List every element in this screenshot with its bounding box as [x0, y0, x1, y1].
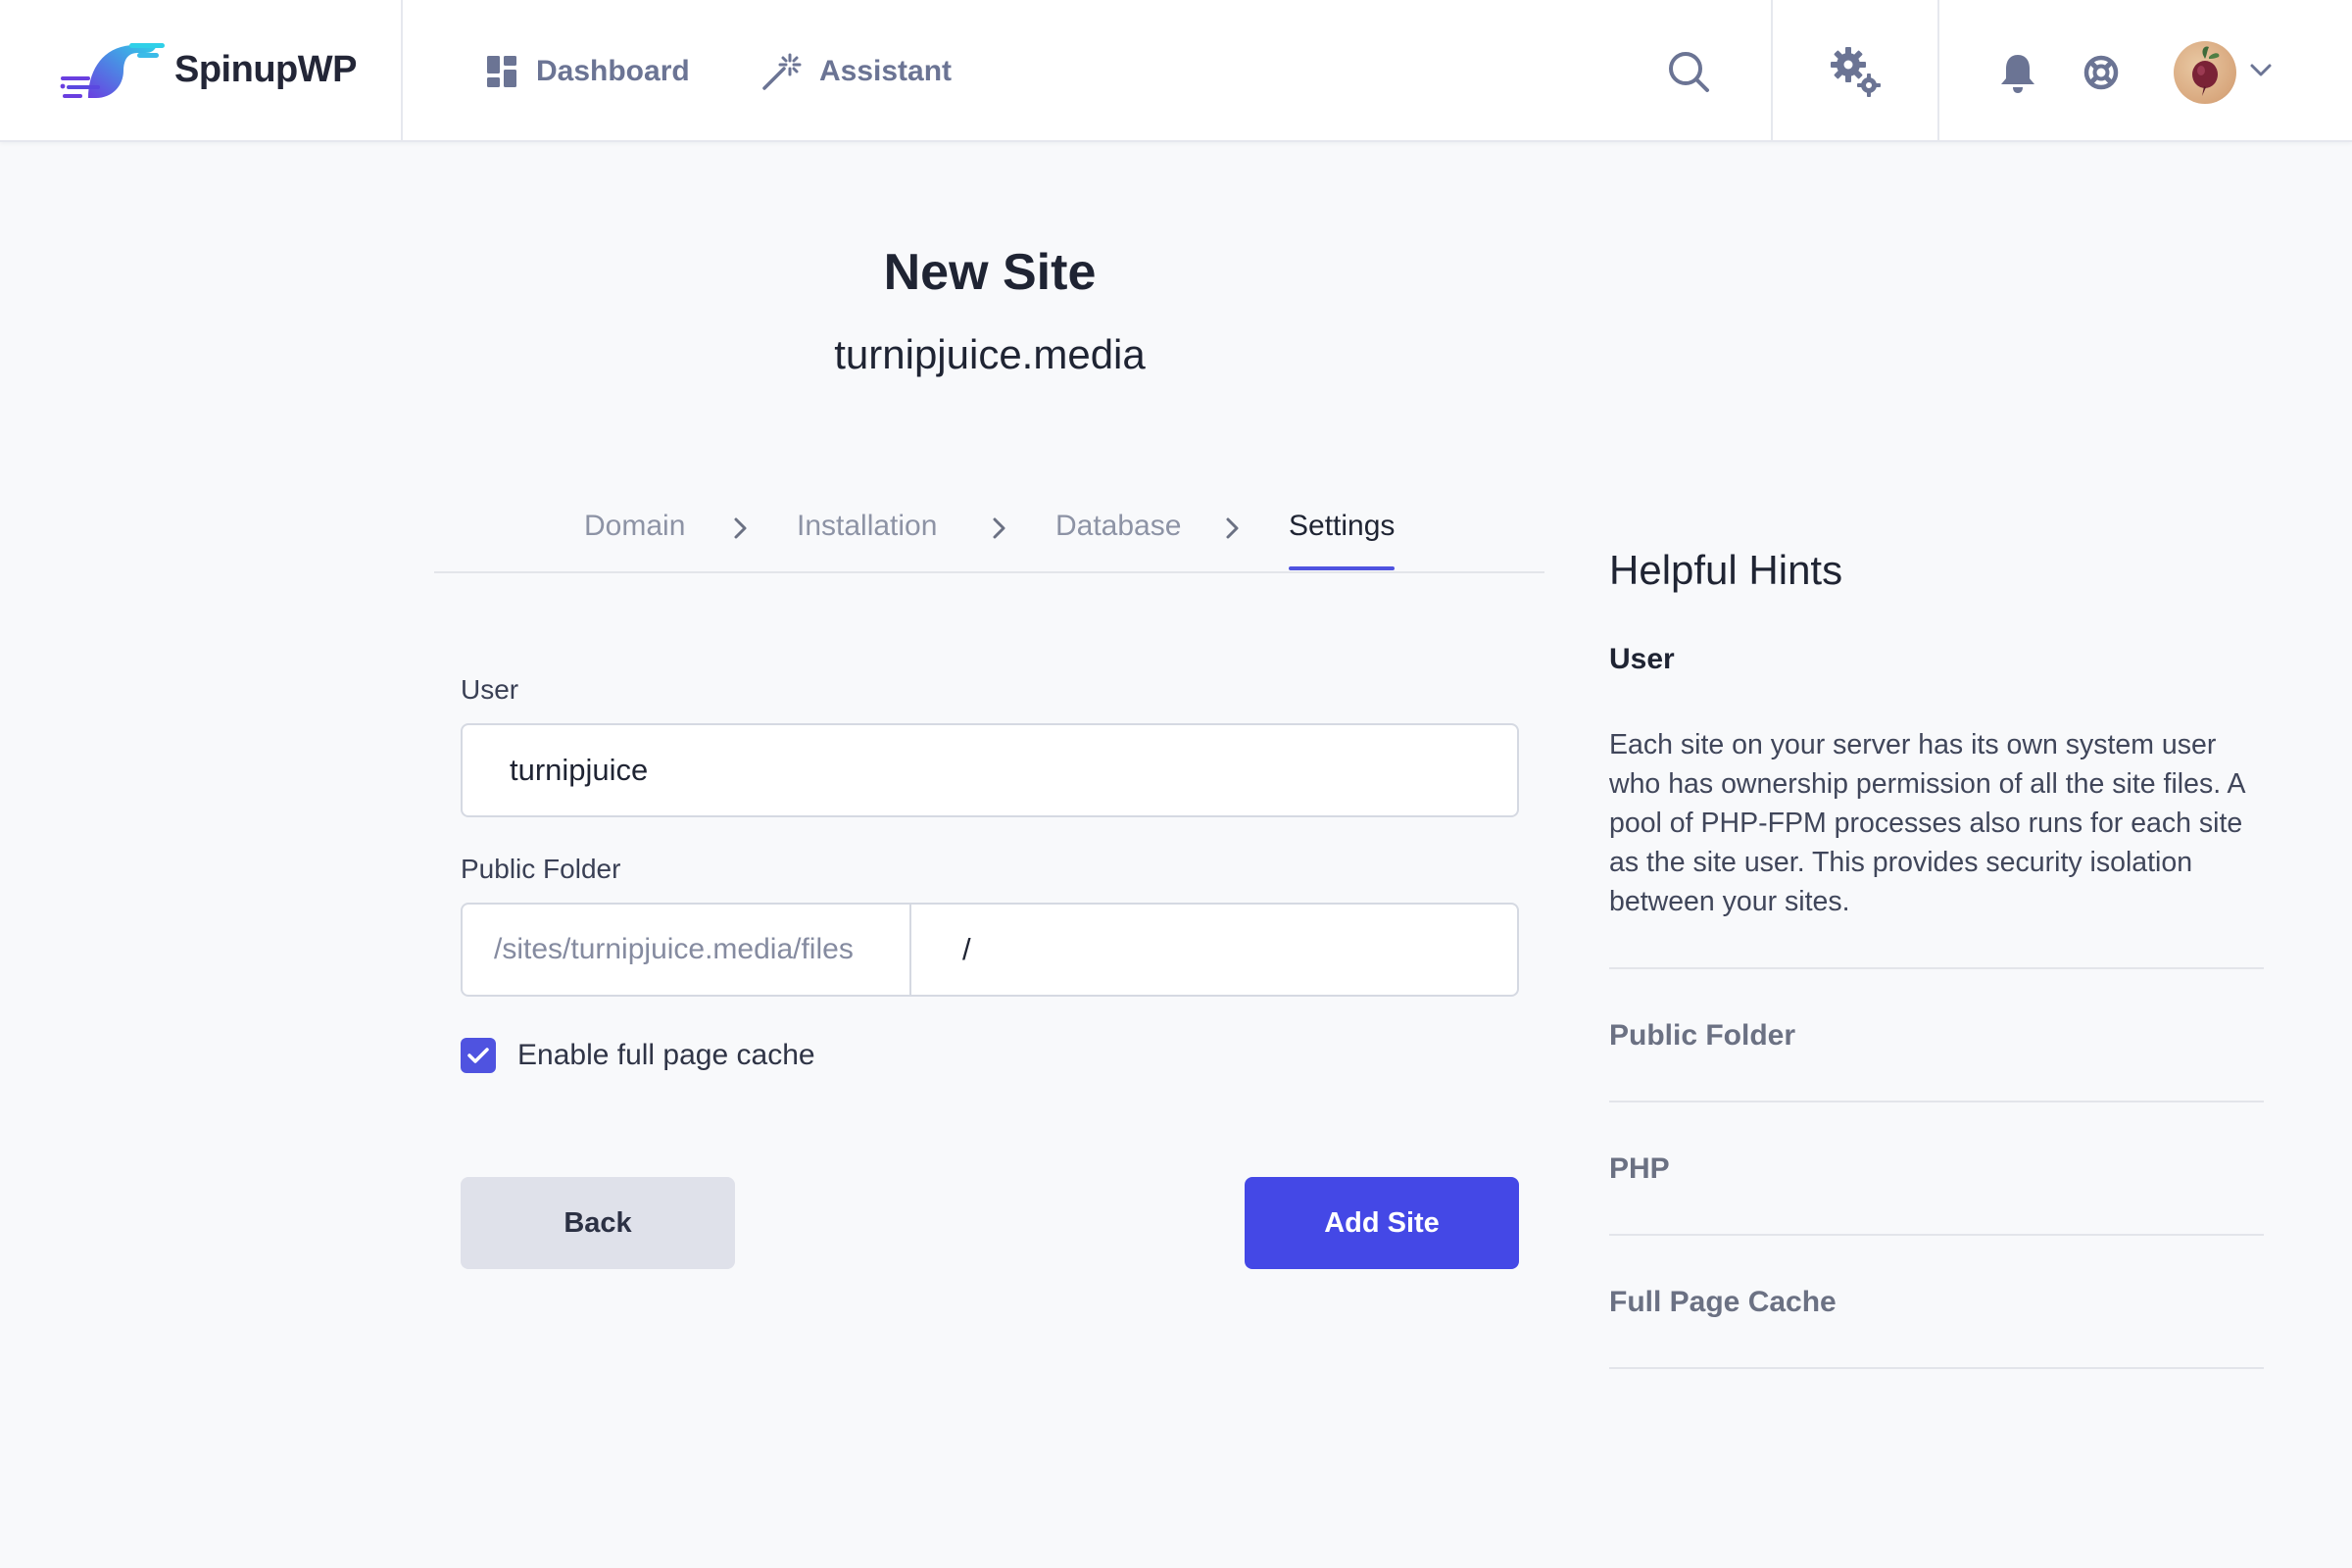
- brand-name: SpinupWP: [174, 49, 357, 90]
- hint-user-text: Each site on your server has its own sys…: [1609, 729, 2244, 917]
- chevron-right-icon: [734, 517, 747, 539]
- page-subtitle: turnipjuice.media: [834, 331, 1146, 377]
- hint-divider: [1609, 1234, 2264, 1236]
- dashboard-icon: [487, 56, 516, 87]
- public-folder-label: Public Folder: [461, 854, 621, 884]
- spinupwp-logo-icon: [60, 43, 165, 98]
- logo-area[interactable]: SpinupWP: [0, 0, 403, 142]
- wizard-steps: Domain Installation Database Settings: [434, 495, 1544, 573]
- user-input[interactable]: turnipjuice: [461, 723, 1519, 817]
- chevron-right-icon: [993, 517, 1005, 539]
- user-label: User: [461, 674, 519, 705]
- full-page-cache-label[interactable]: Enable full page cache: [517, 1038, 815, 1073]
- bell-icon: [2001, 55, 2034, 93]
- topbar-divider: [1771, 0, 1773, 142]
- nav-assistant-label: Assistant: [819, 55, 953, 87]
- search-icon: [1669, 52, 1709, 92]
- chevron-down-icon: [2250, 64, 2272, 76]
- hints-title: Helpful Hints: [1609, 547, 1843, 593]
- hint-php[interactable]: PHP: [1609, 1152, 1670, 1186]
- gears-icon: [1831, 47, 1881, 97]
- hint-full-page-cache[interactable]: Full Page Cache: [1609, 1286, 1837, 1319]
- magic-wand-icon: [762, 53, 802, 90]
- chevron-right-icon: [1226, 517, 1239, 539]
- step-installation[interactable]: Installation: [797, 510, 937, 543]
- add-site-button[interactable]: Add Site: [1245, 1177, 1519, 1269]
- avatar[interactable]: [2174, 41, 2236, 104]
- page-title: New Site: [883, 244, 1097, 301]
- nav-dashboard[interactable]: Dashboard: [487, 47, 690, 96]
- account-menu-toggle[interactable]: [2250, 63, 2272, 78]
- step-settings[interactable]: Settings: [1289, 510, 1395, 543]
- checkmark-icon: [467, 1048, 489, 1063]
- settings-button[interactable]: [1829, 45, 1884, 100]
- step-database[interactable]: Database: [1055, 510, 1181, 543]
- hint-user-heading[interactable]: User: [1609, 643, 1675, 676]
- avatar-image-icon: [2192, 46, 2220, 96]
- public-folder-input[interactable]: /: [913, 905, 1517, 995]
- hint-divider: [1609, 967, 2264, 969]
- notifications-button[interactable]: [1999, 53, 2036, 94]
- nav-assistant[interactable]: Assistant: [760, 47, 952, 96]
- public-folder-field: /sites/turnipjuice.media/files /: [461, 903, 1519, 997]
- active-step-indicator: [1289, 566, 1395, 570]
- hint-public-folder[interactable]: Public Folder: [1609, 1019, 1795, 1053]
- top-bar: SpinupWP Dashboard Assistant: [0, 0, 2352, 142]
- step-domain[interactable]: Domain: [584, 510, 685, 543]
- full-page-cache-checkbox[interactable]: [461, 1038, 496, 1073]
- back-button[interactable]: Back: [461, 1177, 735, 1269]
- public-folder-prefix: /sites/turnipjuice.media/files: [463, 905, 911, 995]
- hint-divider: [1609, 1101, 2264, 1102]
- hint-divider: [1609, 1367, 2264, 1369]
- help-button[interactable]: [2083, 55, 2119, 90]
- search-button[interactable]: [1666, 49, 1711, 94]
- lifebuoy-icon: [2083, 55, 2119, 90]
- topbar-divider: [1937, 0, 1939, 142]
- nav-dashboard-label: Dashboard: [536, 55, 690, 87]
